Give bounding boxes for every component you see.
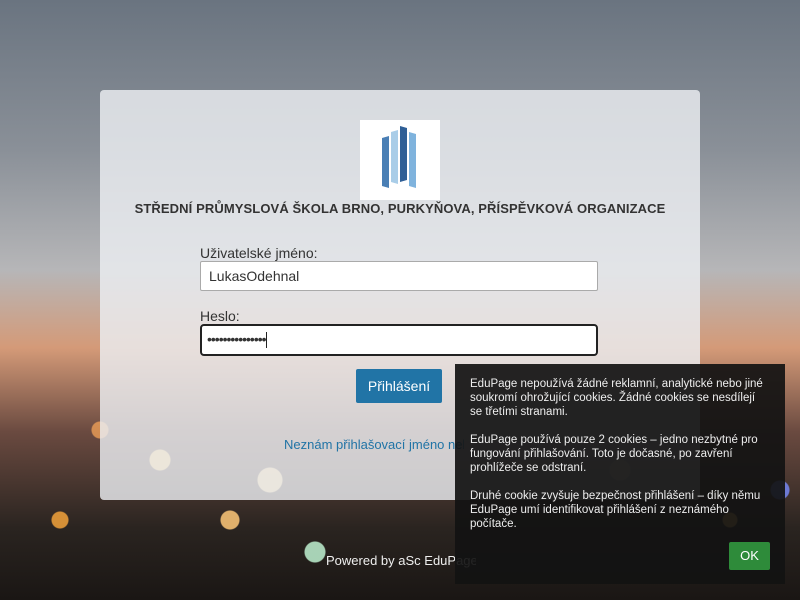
powered-by-text: Powered by aSc EduPage xyxy=(326,553,476,568)
username-input[interactable]: LukasOdehnal xyxy=(200,261,598,291)
organization-name: STŘEDNÍ PRŮMYSLOVÁ ŠKOLA BRNO, PURKYŇOVA… xyxy=(134,201,666,216)
cookie-paragraph-1: EduPage nepoužívá žádné reklamní, analyt… xyxy=(470,378,763,418)
forgot-credentials-link[interactable]: Neznám přihlašovací jméno nebo heslo xyxy=(284,437,464,452)
password-label: Heslo: xyxy=(200,308,240,324)
cookie-ok-button[interactable]: OK xyxy=(729,542,770,570)
username-label: Uživatelské jméno: xyxy=(200,245,318,261)
password-input[interactable]: ••••••••••••••• xyxy=(200,324,598,356)
cookie-paragraph-2: EduPage používá pouze 2 cookies – jedno … xyxy=(470,434,758,474)
password-mask: ••••••••••••••• xyxy=(207,331,267,347)
login-button[interactable]: Přihlášení xyxy=(356,369,442,403)
cookie-paragraph-3: Druhé cookie zvyšuje bezpečnost přihláše… xyxy=(470,490,761,530)
school-logo-icon xyxy=(360,120,440,200)
text-cursor xyxy=(265,332,267,349)
